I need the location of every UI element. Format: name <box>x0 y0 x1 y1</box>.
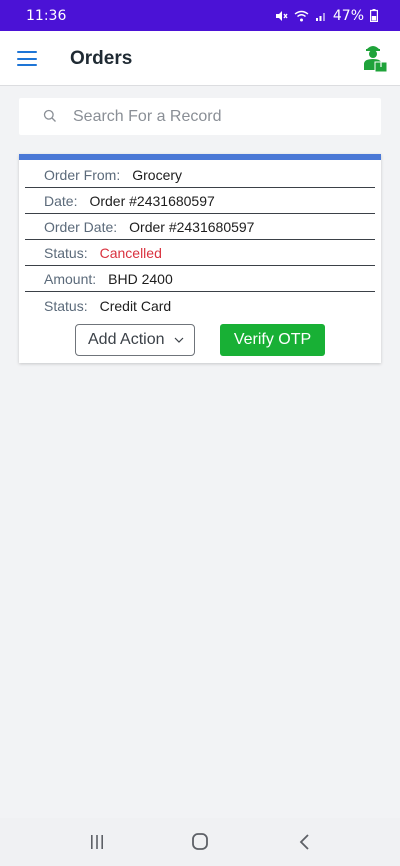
status-value: Cancelled <box>99 244 162 261</box>
back-icon[interactable] <box>294 832 316 852</box>
page-title: Orders <box>70 48 133 69</box>
row-label: Order From: <box>44 166 121 183</box>
system-nav-bar <box>0 818 400 866</box>
battery-icon <box>370 9 378 22</box>
search-bar <box>19 98 381 135</box>
row-date: Date: Order #2431680597 <box>25 188 375 214</box>
row-order-from: Order From: Grocery <box>25 162 375 188</box>
order-date-value: Order #2431680597 <box>129 218 255 235</box>
signal-icon <box>315 12 325 21</box>
search-icon <box>43 109 56 122</box>
row-label: Amount: <box>44 270 97 287</box>
date-value: Order #2431680597 <box>89 192 215 209</box>
recents-icon[interactable] <box>86 832 108 852</box>
row-label: Date: <box>44 192 78 209</box>
order-from-value: Grocery <box>132 166 183 183</box>
payment-value: Credit Card <box>99 298 172 314</box>
row-status: Status: Cancelled <box>25 240 375 266</box>
card-accent-bar <box>19 154 381 160</box>
battery-level: 47% <box>332 7 364 24</box>
row-order-date: Order Date: Order #2431680597 <box>25 214 375 240</box>
row-label: Status: <box>44 244 88 261</box>
add-action-select[interactable]: Add Action <box>75 324 195 356</box>
row-label: Order Date: <box>44 218 118 235</box>
mute-icon <box>275 10 288 21</box>
row-payment-status: Status: Credit Card <box>25 293 375 319</box>
search-input[interactable] <box>73 98 373 135</box>
home-icon[interactable] <box>189 832 211 852</box>
amount-value: BHD 2400 <box>108 270 173 287</box>
status-icons: 47% <box>274 8 378 24</box>
row-amount: Amount: BHD 2400 <box>25 266 375 292</box>
order-card: Order From: Grocery Date: Order #2431680… <box>19 154 381 363</box>
app-bar: Orders <box>0 31 400 86</box>
add-action-label: Add Action <box>88 331 165 348</box>
row-label: Status: <box>44 298 88 314</box>
verify-otp-button[interactable]: Verify OTP <box>220 324 325 356</box>
delivery-user-icon[interactable] <box>360 43 388 73</box>
status-bar: 11:36 47% <box>0 0 400 31</box>
wifi-icon <box>294 10 309 21</box>
menu-icon[interactable] <box>17 51 37 66</box>
clock: 11:36 <box>26 7 67 24</box>
chevron-down-icon <box>174 337 184 343</box>
